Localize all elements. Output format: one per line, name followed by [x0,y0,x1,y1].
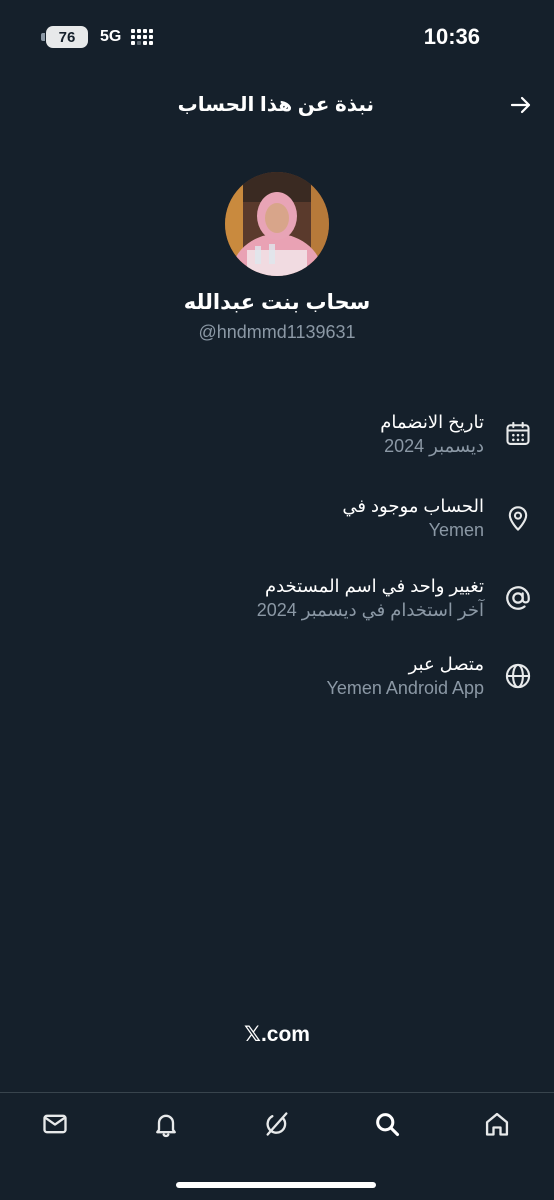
info-item-join-date: تاريخ الانضمام ديسمبر 2024 [0,410,554,480]
battery-level: 76 [58,28,76,46]
tab-home[interactable] [482,1109,512,1139]
info-title: الحساب موجود في [342,496,484,516]
brand-domain: .com [260,1023,310,1046]
signal-icon [131,29,154,45]
x-com-link[interactable]: 𝕏.com [0,1022,554,1047]
username-handle: @hndmmd1139631 [198,322,356,342]
info-text: الحساب موجود في Yemen [342,494,484,542]
page-title: نبذة عن هذا الحساب [177,94,374,116]
back-button[interactable] [506,90,536,120]
info-subtitle: ديسمبر 2024 [384,436,484,456]
display-name: سحاب بنت عبدالله [183,291,371,314]
avatar-image [225,172,329,276]
info-subtitle: Yemen Android App [326,678,484,698]
info-text: تاريخ الانضمام ديسمبر 2024 [380,410,484,458]
tab-notifications[interactable] [151,1109,181,1139]
globe-icon [505,663,531,689]
status-bar: 76 5G 10:36 [0,0,554,76]
home-icon [485,1112,509,1136]
info-title: متصل عبر [408,654,484,674]
bell-icon [156,1114,176,1138]
network-type: 5G [100,28,122,45]
grok-icon [266,1112,288,1136]
info-text: تغيير واحد في اسم المستخدم آخر استخدام ف… [257,574,484,622]
calendar-icon [506,421,530,445]
arrow-right-icon [510,96,531,114]
location-pin-icon [508,506,528,531]
tab-search[interactable] [372,1109,402,1139]
tab-messages[interactable] [40,1109,70,1139]
x-logo-icon: 𝕏 [244,1023,261,1046]
tab-grok[interactable] [262,1109,292,1139]
info-title: تغيير واحد في اسم المستخدم [264,576,484,596]
header: نبذة عن هذا الحساب [0,76,554,134]
status-indicators: 76 5G [41,26,154,48]
info-item-connected-via: متصل عبر Yemen Android App [0,652,554,722]
avatar[interactable] [225,172,329,276]
screen: 76 5G 10:36 نبذة عن هذا الحساب سحاب بنت … [0,0,554,1200]
battery-nub [41,33,45,41]
clock: 10:36 [423,24,480,49]
info-title: تاريخ الانضمام [380,412,484,432]
info-item-location: الحساب موجود في Yemen [0,494,554,564]
info-item-username-changes: تغيير واحد في اسم المستخدم آخر استخدام ف… [0,574,554,644]
battery-indicator: 76 [41,26,88,48]
info-subtitle: Yemen [428,520,484,540]
search-icon [376,1113,400,1137]
home-indicator [176,1182,376,1188]
at-sign-icon [506,586,530,610]
info-text: متصل عبر Yemen Android App [327,652,484,700]
info-subtitle: آخر استخدام في ديسمبر 2024 [256,600,484,620]
mail-icon [43,1114,67,1134]
